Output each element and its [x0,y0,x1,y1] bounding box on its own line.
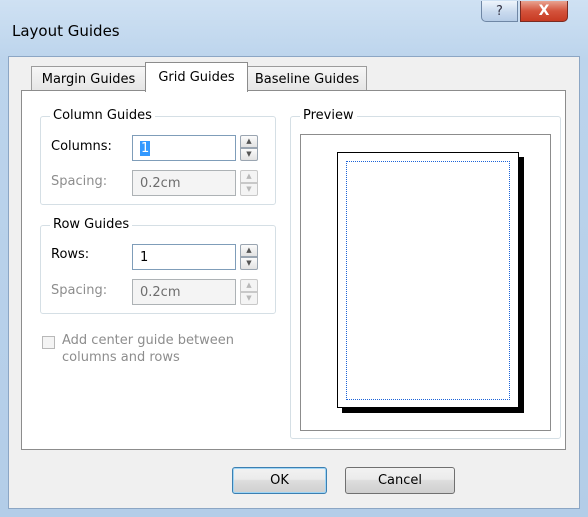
center-guide-checkbox[interactable] [42,336,55,349]
column-spacing-stepper[interactable]: ▲ ▼ [240,170,258,196]
column-spacing-input[interactable]: 0.2cm [132,170,236,196]
spin-up-arrow-icon[interactable]: ▲ [240,244,258,257]
close-button[interactable]: X [520,1,568,22]
tab-label: Grid Guides [158,70,235,85]
window-title: Layout Guides [12,22,120,40]
column-spacing-label: Spacing: [51,174,108,189]
close-icon: X [538,3,550,19]
tab-label: Baseline Guides [254,72,360,87]
dialog-window: Layout Guides ? X Margin Guides Grid Gui… [0,0,588,517]
tab-baseline-guides[interactable]: Baseline Guides [247,66,367,92]
cancel-button-label: Cancel [377,473,423,488]
columns-stepper[interactable]: ▲ ▼ [240,135,258,161]
columns-label: Columns: [51,139,112,154]
row-guides-legend: Row Guides [50,217,133,232]
rows-input[interactable]: 1 [132,244,236,270]
center-guide-label-line2: columns and rows [62,350,180,365]
spin-up-arrow-icon[interactable]: ▲ [240,279,258,292]
columns-value: 1 [140,141,151,156]
rows-label: Rows: [51,247,90,262]
row-spacing-label: Spacing: [51,283,108,298]
tab-grid-guides[interactable]: Grid Guides [145,62,248,92]
column-guides-legend: Column Guides [50,108,155,123]
spin-down-arrow-icon[interactable]: ▼ [240,183,258,196]
spin-down-arrow-icon[interactable]: ▼ [240,292,258,305]
spin-up-arrow-icon[interactable]: ▲ [240,135,258,148]
tab-label: Margin Guides [41,72,136,87]
rows-stepper[interactable]: ▲ ▼ [240,244,258,270]
help-icon: ? [496,3,503,19]
cancel-button[interactable]: Cancel [345,467,455,494]
spin-down-arrow-icon[interactable]: ▼ [240,257,258,270]
center-guide-label-line1: Add center guide between [62,333,234,348]
rows-value: 1 [140,250,149,265]
column-spacing-value: 0.2cm [140,176,181,191]
help-button[interactable]: ? [481,1,518,22]
preview-legend: Preview [300,108,357,123]
ok-button[interactable]: OK [232,467,327,494]
tab-margin-guides[interactable]: Margin Guides [31,66,146,92]
spin-up-arrow-icon[interactable]: ▲ [240,170,258,183]
ok-button-label: OK [270,473,289,488]
grid-guide-outline [346,161,510,400]
row-spacing-stepper[interactable]: ▲ ▼ [240,279,258,305]
columns-input[interactable]: 1 [132,135,236,161]
row-spacing-value: 0.2cm [140,285,181,300]
spin-down-arrow-icon[interactable]: ▼ [240,148,258,161]
row-spacing-input[interactable]: 0.2cm [132,279,236,305]
title-bar[interactable]: Layout Guides ? X [0,0,588,56]
